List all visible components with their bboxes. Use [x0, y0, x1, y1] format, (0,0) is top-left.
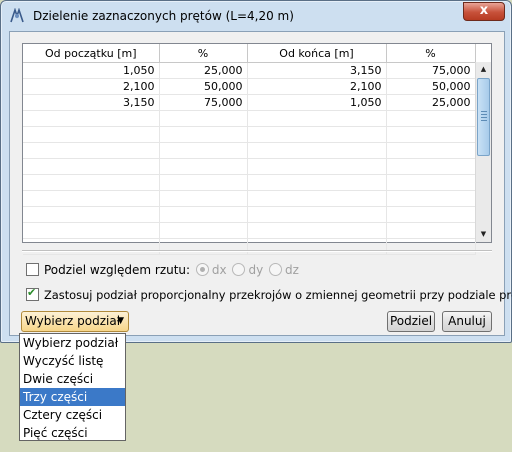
- grip-icon: [481, 111, 487, 121]
- projection-label: Podziel względem rzutu:: [44, 263, 191, 277]
- table-row[interactable]: 3,150 75,000 1,050 25,000: [23, 94, 476, 111]
- close-button[interactable]: x: [463, 2, 505, 21]
- radio-dz[interactable]: [269, 263, 282, 276]
- table-cell[interactable]: 25,000: [386, 94, 476, 111]
- dropdown-item[interactable]: Pięć części: [20, 424, 125, 442]
- projection-checkbox[interactable]: [26, 263, 39, 276]
- table-cell[interactable]: 75,000: [386, 62, 476, 79]
- proportional-row: Zastosuj podział proporcjonalny przekroj…: [26, 286, 512, 304]
- dropdown-item[interactable]: Wybierz podział: [20, 334, 125, 352]
- table-row[interactable]: 2,100 50,000 2,100 50,000: [23, 78, 476, 95]
- table-cell[interactable]: 3,150: [247, 62, 387, 79]
- column-header[interactable]: Od początku [m]: [23, 44, 160, 63]
- dropdown-item-selected[interactable]: Trzy części: [20, 388, 125, 406]
- close-icon: x: [479, 3, 489, 18]
- radio-dz-label: dz: [285, 263, 299, 277]
- table-row-empty[interactable]: [23, 190, 476, 207]
- table-row-empty[interactable]: [23, 158, 476, 175]
- dialog-body: Od początku [m] % Od końca [m] % 1,050 2…: [9, 31, 512, 336]
- table-row-empty[interactable]: [23, 206, 476, 223]
- projection-row: Podziel względem rzutu: dx dy dz: [26, 263, 299, 279]
- division-combo[interactable]: Wybierz podział ▼: [21, 311, 129, 332]
- scroll-thumb[interactable]: [477, 78, 490, 156]
- proportional-label: Zastosuj podział proporcjonalny przekroj…: [44, 288, 512, 302]
- cancel-button[interactable]: Anuluj: [442, 311, 492, 332]
- dropdown-item[interactable]: Dwie części: [20, 370, 125, 388]
- division-grid: Od początku [m] % Od końca [m] % 1,050 2…: [23, 44, 476, 255]
- separator: [22, 250, 492, 252]
- table-cell[interactable]: 1,050: [23, 62, 160, 79]
- scroll-down-arrow-icon[interactable]: ▼: [476, 227, 491, 242]
- table-cell[interactable]: 3,150: [23, 94, 160, 111]
- table-row-empty[interactable]: [23, 222, 476, 239]
- vertical-scrollbar[interactable]: ▲ ▼: [475, 62, 491, 242]
- dropdown-item[interactable]: Wyczyść listę: [20, 352, 125, 370]
- radio-dy-label: dy: [248, 263, 264, 277]
- division-dropdown-list[interactable]: Wybierz podział Wyczyść listę Dwie częśc…: [19, 333, 126, 441]
- table-cell[interactable]: 50,000: [386, 78, 476, 95]
- table-row[interactable]: 1,050 25,000 3,150 75,000: [23, 62, 476, 79]
- dropdown-item[interactable]: Cztery części: [20, 406, 125, 424]
- table-row-empty[interactable]: [23, 126, 476, 143]
- column-header[interactable]: %: [159, 44, 248, 63]
- table-header: Od początku [m] % Od końca [m] %: [23, 44, 476, 63]
- dialog-window: Dzielenie zaznaczonych prętów (L=4,20 m)…: [0, 0, 512, 343]
- radio-dx-label: dx: [211, 263, 227, 277]
- table-cell[interactable]: 75,000: [159, 94, 248, 111]
- combo-value: Wybierz podział: [25, 314, 121, 328]
- division-table: Od początku [m] % Od końca [m] % 1,050 2…: [22, 43, 492, 255]
- table-cell[interactable]: 2,100: [23, 78, 160, 95]
- table-cell[interactable]: 2,100: [247, 78, 387, 95]
- scroll-up-arrow-icon[interactable]: ▲: [476, 62, 491, 77]
- app-icon: [10, 8, 24, 23]
- table-row-empty[interactable]: [23, 174, 476, 191]
- table-cell[interactable]: 50,000: [159, 78, 248, 95]
- table-row-empty[interactable]: [23, 110, 476, 127]
- window-title: Dzielenie zaznaczonych prętów (L=4,20 m): [33, 9, 294, 23]
- table-cell[interactable]: 25,000: [159, 62, 248, 79]
- chevron-down-icon[interactable]: ▼: [117, 312, 124, 331]
- table-cell[interactable]: 1,050: [247, 94, 387, 111]
- column-header[interactable]: Od końca [m]: [247, 44, 387, 63]
- radio-dx[interactable]: [195, 263, 209, 276]
- column-header[interactable]: %: [386, 44, 476, 63]
- table-row-empty[interactable]: [23, 142, 476, 159]
- radio-dy[interactable]: [232, 263, 246, 276]
- split-button[interactable]: Podziel: [387, 311, 435, 332]
- table-row-empty[interactable]: [23, 238, 476, 255]
- title-bar[interactable]: Dzielenie zaznaczonych prętów (L=4,20 m)…: [1, 1, 511, 31]
- proportional-checkbox[interactable]: [26, 286, 39, 301]
